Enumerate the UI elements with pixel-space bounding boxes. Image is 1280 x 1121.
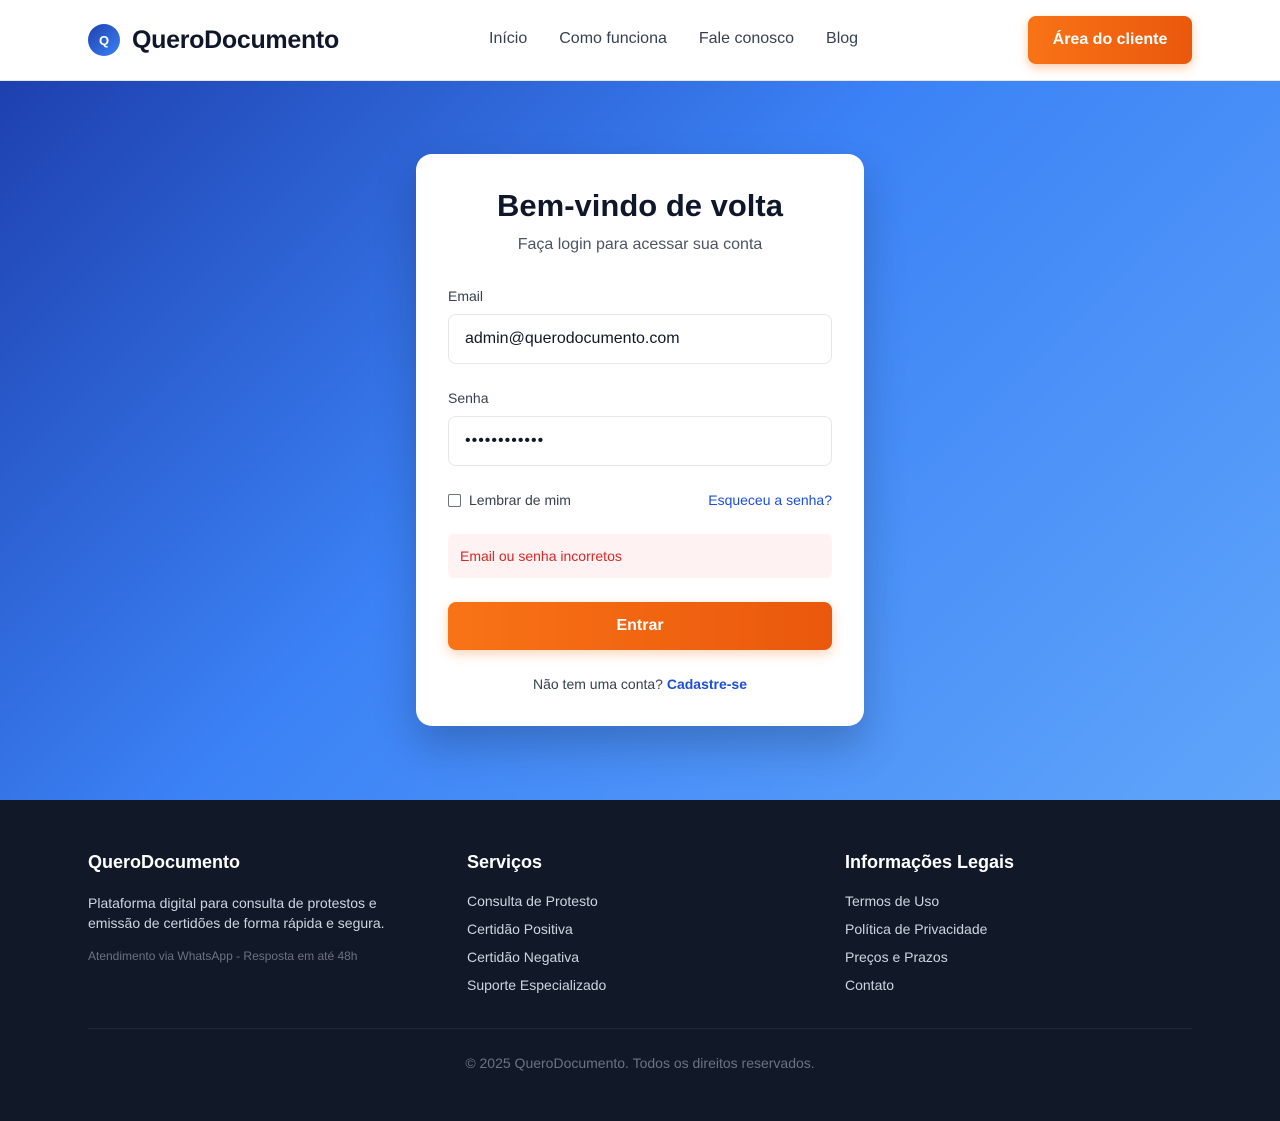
brand-name: QueroDocumento: [132, 25, 339, 54]
footer-link-termos[interactable]: Termos de Uso: [845, 893, 1014, 910]
footer-about: QueroDocumento Plataforma digital para c…: [88, 852, 418, 963]
login-section: Bem-vindo de volta Faça login para acess…: [0, 81, 1280, 800]
footer-link-privacidade[interactable]: Política de Privacidade: [845, 921, 1014, 938]
email-label: Email: [448, 288, 484, 304]
password-label: Senha: [448, 390, 489, 406]
brand-logo-icon: Q: [88, 24, 120, 56]
remember-label: Lembrar de mim: [469, 492, 571, 508]
footer-about-title: QueroDocumento: [88, 852, 241, 872]
site-header: Q QueroDocumento Início Como funciona Fa…: [0, 0, 1280, 81]
footer-link-suporte[interactable]: Suporte Especializado: [467, 977, 606, 994]
login-submit-button[interactable]: Entrar: [448, 602, 832, 650]
login-subtitle: Faça login para acessar sua conta: [517, 236, 763, 253]
password-field[interactable]: [448, 416, 832, 466]
login-title: Bem-vindo de volta: [497, 188, 783, 223]
footer-services: Serviços Consulta de Protesto Certidão P…: [467, 852, 606, 1005]
email-field[interactable]: [448, 314, 832, 364]
footer-link-contato[interactable]: Contato: [845, 977, 1014, 994]
footer-legal-title: Informações Legais: [845, 852, 1015, 872]
remember-checkbox[interactable]: [448, 493, 461, 507]
footer-link-certidao-negativa[interactable]: Certidão Negativa: [467, 949, 606, 966]
nav-link-inicio[interactable]: Início: [489, 30, 527, 48]
login-card: Bem-vindo de volta Faça login para acess…: [416, 154, 864, 726]
forgot-password-link[interactable]: Esqueceu a senha?: [708, 492, 832, 508]
footer-legal: Informações Legais Termos de Uso Polític…: [845, 852, 1014, 1005]
signup-prompt: Não tem uma conta? Cadastre-se: [416, 676, 864, 692]
footer-link-precos[interactable]: Preços e Prazos: [845, 949, 1014, 966]
footer-services-title: Serviços: [467, 852, 543, 872]
client-area-button[interactable]: Área do cliente: [1028, 16, 1192, 64]
copyright: © 2025 QueroDocumento. Todos os direitos…: [465, 1055, 815, 1071]
nav-link-fale-conosco[interactable]: Fale conosco: [699, 30, 794, 48]
signup-prompt-text: Não tem uma conta?: [532, 676, 663, 692]
footer-divider: [88, 1028, 1192, 1029]
error-alert: Email ou senha incorretos: [448, 534, 832, 578]
footer-link-certidao-positiva[interactable]: Certidão Positiva: [467, 921, 606, 938]
footer-about-description: Plataforma digital para consulta de prot…: [88, 895, 385, 931]
remember-me[interactable]: Lembrar de mim: [448, 492, 571, 508]
nav-link-como-funciona[interactable]: Como funciona: [559, 30, 667, 48]
signup-link[interactable]: Cadastre-se: [667, 676, 747, 692]
main-nav: Início Como funciona Fale conosco Blog: [489, 30, 858, 48]
brand[interactable]: Q QueroDocumento: [88, 24, 339, 56]
footer-link-consulta-protesto[interactable]: Consulta de Protesto: [467, 893, 606, 910]
site-footer: QueroDocumento Plataforma digital para c…: [0, 800, 1280, 1121]
footer-support-note: Atendimento via WhatsApp - Resposta em a…: [88, 949, 358, 963]
nav-link-blog[interactable]: Blog: [826, 30, 858, 48]
